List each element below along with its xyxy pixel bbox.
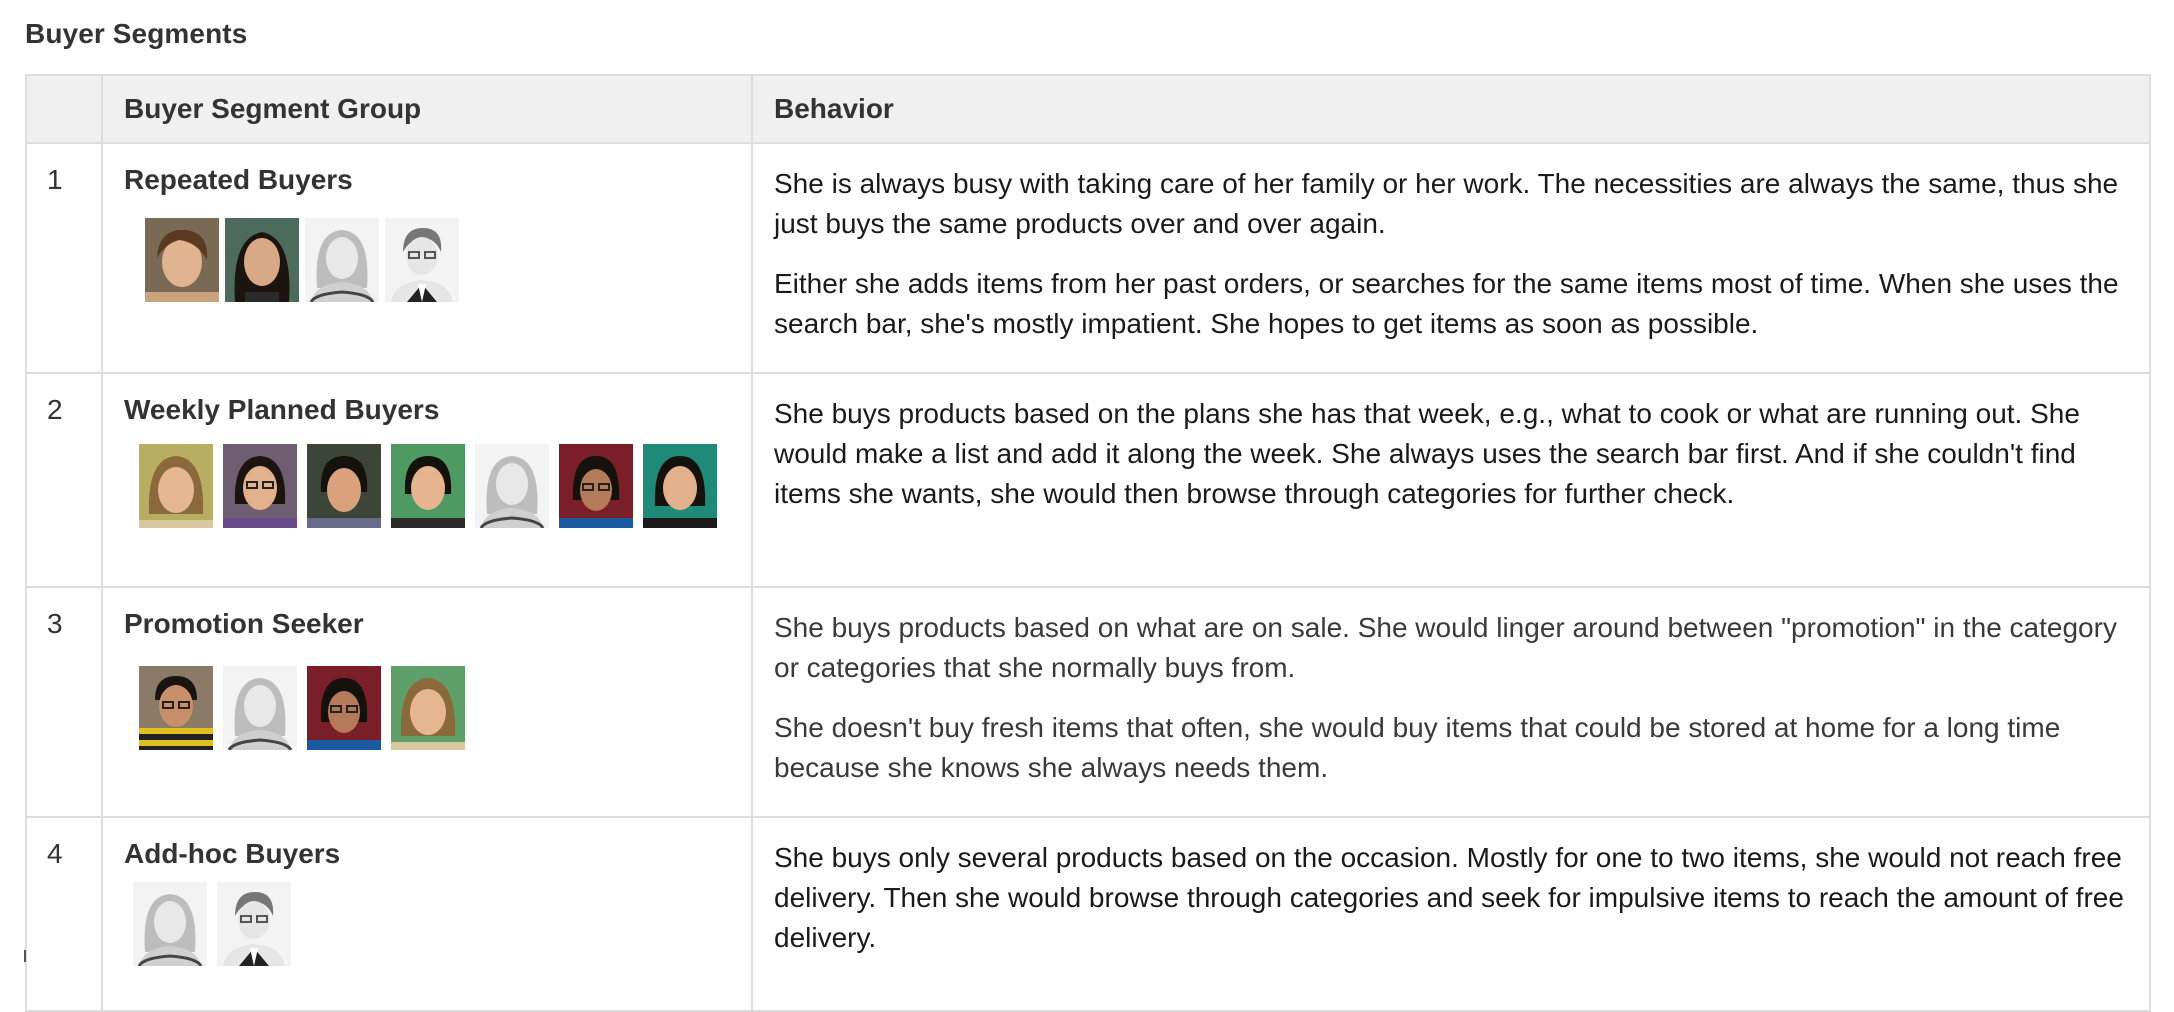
behavior-paragraph: She doesn't buy fresh items that often, …: [774, 712, 2061, 783]
buyer-segments-table: Buyer Segment Group Behavior 1 Repeated …: [25, 74, 2151, 1012]
table-row: 3 Promotion Seeker She buys products bas…: [25, 586, 2151, 818]
avatar: [391, 444, 465, 528]
segment-group-cell: Add-hoc Buyers: [101, 816, 753, 1012]
avatar: [139, 666, 213, 750]
avatar: [133, 882, 207, 966]
table-row: 2 Weekly Planned Buyers She buys product…: [25, 372, 2151, 588]
avatar: [225, 218, 299, 302]
behavior-cell: She buys products based on what are on s…: [751, 586, 2151, 818]
row-number: 3: [25, 586, 103, 818]
row-number: 4: [25, 816, 103, 1012]
behavior-cell: She buys products based on the plans she…: [751, 372, 2151, 588]
avatar: [145, 218, 219, 302]
table-row: 1 Repeated Buyers She is always busy wit…: [25, 142, 2151, 374]
row-number: 2: [25, 372, 103, 588]
avatar: [305, 218, 379, 302]
segment-group-cell: Promotion Seeker: [101, 586, 753, 818]
behavior-paragraph: She is always busy with taking care of h…: [774, 168, 2119, 239]
avatar: [307, 666, 381, 750]
behavior-cell: She is always busy with taking care of h…: [751, 142, 2151, 374]
avatar: [385, 218, 459, 302]
segment-name: Add-hoc Buyers: [124, 838, 341, 869]
page-title: Buyer Segments: [25, 18, 248, 49]
behavior-paragraph: She buys products based on what are on s…: [774, 612, 2117, 683]
avatar: [643, 444, 717, 528]
persona-avatars: [124, 882, 730, 966]
segment-name: Repeated Buyers: [124, 164, 353, 195]
avatar: [307, 444, 381, 528]
avatar: [223, 444, 297, 528]
persona-avatars: [124, 444, 730, 528]
segment-name: Promotion Seeker: [124, 608, 364, 639]
behavior-paragraph: Either she adds items from her past orde…: [774, 268, 2119, 339]
behavior-paragraph: She buys products based on the plans she…: [774, 398, 2080, 509]
segment-group-cell: Weekly Planned Buyers: [101, 372, 753, 588]
avatar: [223, 666, 297, 750]
avatar: [559, 444, 633, 528]
behavior-paragraph: She buys only several products based on …: [774, 842, 2124, 953]
segment-group-cell: Repeated Buyers: [101, 142, 753, 374]
avatar: [475, 444, 549, 528]
row-number: 1: [25, 142, 103, 374]
page-edge-mark: [24, 950, 26, 962]
table-row: 4 Add-hoc Buyers She buys only several p…: [25, 816, 2151, 1012]
header-behavior: Behavior: [751, 74, 2151, 144]
table-header-row: Buyer Segment Group Behavior: [25, 74, 2151, 144]
behavior-cell: She buys only several products based on …: [751, 816, 2151, 1012]
avatar: [139, 444, 213, 528]
header-index: [25, 74, 103, 144]
persona-avatars: [124, 218, 730, 302]
avatar: [217, 882, 291, 966]
header-segment-group: Buyer Segment Group: [101, 74, 753, 144]
avatar: [391, 666, 465, 750]
persona-avatars: [124, 666, 730, 750]
segment-name: Weekly Planned Buyers: [124, 394, 440, 425]
